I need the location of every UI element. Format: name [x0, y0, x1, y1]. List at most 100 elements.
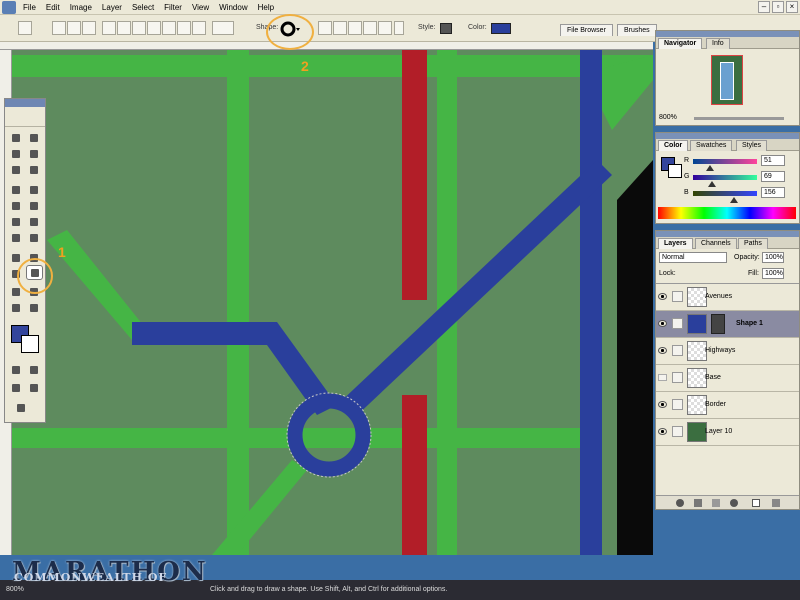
dodge-tool-icon[interactable] — [26, 231, 43, 246]
new-set-icon[interactable] — [712, 499, 720, 507]
style-picker[interactable] — [440, 23, 452, 34]
standard-mode-icon[interactable] — [8, 363, 25, 378]
shape-layers-button[interactable] — [52, 21, 66, 35]
eye-icon[interactable] — [658, 347, 667, 354]
custom-shape-tool-icon[interactable] — [212, 21, 234, 35]
tab-paths[interactable]: Paths — [738, 238, 768, 249]
blue-slider[interactable] — [693, 191, 757, 196]
red-value[interactable]: 51 — [761, 155, 785, 166]
quick-mask-icon[interactable] — [26, 363, 43, 378]
full-screen-mode-icon[interactable] — [26, 381, 43, 396]
menu-select[interactable]: Select — [127, 0, 159, 15]
tab-swatches[interactable]: Swatches — [690, 140, 733, 151]
menu-view[interactable]: View — [187, 0, 214, 15]
history-brush-icon[interactable] — [26, 199, 43, 214]
lasso-tool-icon[interactable] — [8, 147, 25, 162]
red-slider-thumb[interactable] — [706, 165, 714, 171]
clone-stamp-icon[interactable] — [8, 199, 25, 214]
blur-tool-icon[interactable] — [8, 231, 25, 246]
healing-brush-icon[interactable] — [8, 183, 25, 198]
hand-tool-icon[interactable] — [8, 301, 25, 316]
menu-window[interactable]: Window — [214, 0, 252, 15]
menu-file[interactable]: File — [18, 0, 41, 15]
layer-link-box[interactable] — [672, 426, 683, 437]
line-tool-icon[interactable] — [192, 21, 206, 35]
tab-info[interactable]: Info — [706, 38, 730, 49]
tab-navigator[interactable]: Navigator — [658, 38, 703, 49]
red-slider[interactable] — [693, 159, 757, 164]
minimize-icon[interactable]: – — [758, 1, 770, 13]
menu-filter[interactable]: Filter — [159, 0, 187, 15]
opacity-field[interactable]: 100% — [762, 252, 784, 263]
add-shape-area-icon[interactable] — [333, 21, 347, 35]
crop-tool-icon[interactable] — [8, 163, 25, 178]
eye-icon[interactable] — [658, 401, 667, 408]
brushes-tab[interactable]: Brushes — [617, 24, 657, 36]
pen-tool-icon[interactable] — [102, 21, 116, 35]
color-panel-background[interactable] — [668, 164, 682, 178]
layer-link-box[interactable] — [672, 399, 683, 410]
navigator-zoom-value[interactable]: 800% — [659, 114, 677, 121]
new-layer-icon[interactable] — [752, 499, 760, 507]
document-canvas[interactable] — [12, 50, 653, 555]
magic-wand-icon[interactable] — [26, 147, 43, 162]
marquee-tool-icon[interactable] — [8, 131, 25, 146]
eye-icon[interactable] — [658, 293, 667, 300]
color-spectrum-bar[interactable] — [658, 207, 796, 219]
zoom-tool-icon[interactable] — [26, 301, 43, 316]
background-color-swatch[interactable] — [21, 335, 39, 353]
eraser-tool-icon[interactable] — [8, 215, 25, 230]
tab-channels[interactable]: Channels — [695, 238, 737, 249]
move-tool-icon[interactable] — [26, 131, 43, 146]
blue-slider-thumb[interactable] — [730, 197, 738, 203]
layer-row[interactable]: Avenues — [656, 284, 799, 311]
polygon-tool-icon[interactable] — [177, 21, 191, 35]
green-slider[interactable] — [693, 175, 757, 180]
jump-to-imageready-icon[interactable] — [13, 401, 39, 416]
menu-image[interactable]: Image — [65, 0, 97, 15]
layer-link-box[interactable] — [672, 291, 683, 302]
tab-styles[interactable]: Styles — [736, 140, 768, 151]
slice-tool-icon[interactable] — [26, 163, 43, 178]
fill-field[interactable]: 100% — [762, 268, 784, 279]
layer-row[interactable]: Base — [656, 365, 799, 392]
rectangle-tool-icon[interactable] — [132, 21, 146, 35]
green-value[interactable]: 69 — [761, 171, 785, 182]
link-icon[interactable] — [394, 21, 404, 35]
fill-pixels-button[interactable] — [82, 21, 96, 35]
menu-help[interactable]: Help — [253, 0, 279, 15]
tab-layers[interactable]: Layers — [658, 238, 693, 249]
exclude-shape-area-icon[interactable] — [378, 21, 392, 35]
eye-icon[interactable] — [658, 428, 667, 435]
brush-tool-icon[interactable] — [26, 183, 43, 198]
intersect-shape-area-icon[interactable] — [363, 21, 377, 35]
menu-layer[interactable]: Layer — [97, 0, 127, 15]
layer-link-box[interactable] — [672, 372, 683, 383]
freeform-pen-icon[interactable] — [117, 21, 131, 35]
brush-icon[interactable] — [672, 318, 683, 329]
eye-icon[interactable] — [658, 320, 667, 327]
rounded-rectangle-icon[interactable] — [147, 21, 161, 35]
file-browser-tab[interactable]: File Browser — [560, 24, 613, 36]
navigator-thumbnail[interactable] — [711, 55, 743, 105]
blue-value[interactable]: 156 — [761, 187, 785, 198]
subtract-shape-area-icon[interactable] — [348, 21, 362, 35]
paint-bucket-icon[interactable] — [26, 215, 43, 230]
close-icon[interactable]: × — [786, 1, 798, 13]
menu-edit[interactable]: Edit — [41, 0, 65, 15]
screen-mode-icon[interactable] — [8, 381, 25, 396]
layer-style-icon[interactable] — [676, 499, 684, 507]
layer-row-selected[interactable]: Shape 1 — [656, 311, 799, 338]
adjustment-layer-icon[interactable] — [730, 499, 738, 507]
navigator-zoom-slider[interactable] — [694, 117, 784, 120]
layer-row[interactable]: Highways — [656, 338, 799, 365]
eye-icon-hidden[interactable] — [658, 374, 667, 381]
layer-link-box[interactable] — [672, 345, 683, 356]
ellipse-tool-icon[interactable] — [162, 21, 176, 35]
green-slider-thumb[interactable] — [708, 181, 716, 187]
trash-icon[interactable] — [772, 499, 780, 507]
restore-icon[interactable]: ▫ — [772, 1, 784, 13]
blend-mode-select[interactable]: Normal — [659, 252, 727, 263]
new-shape-area-icon[interactable] — [318, 21, 332, 35]
paths-button[interactable] — [67, 21, 81, 35]
